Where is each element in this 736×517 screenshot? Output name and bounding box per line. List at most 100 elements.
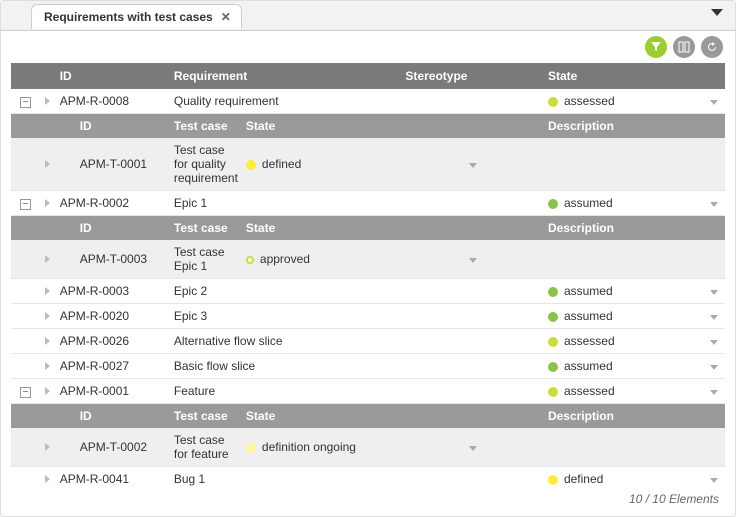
chevron-right-icon [45, 160, 50, 168]
chevron-down-icon[interactable] [711, 9, 723, 16]
table-container: IDRequirementStereotypeState−APM-R-0008Q… [1, 63, 735, 486]
table-header-main: IDRequirementStereotypeState [11, 63, 725, 89]
tc-state: definition ongoing [242, 428, 402, 467]
col-stereotype[interactable]: Stereotype [401, 63, 544, 89]
subcol-testcase[interactable]: Test case [170, 114, 242, 139]
req-id: APM-R-0020 [56, 304, 170, 329]
subcol-testcase[interactable]: Test case [170, 404, 242, 429]
subcol-description[interactable]: Description [544, 114, 725, 139]
testcase-row[interactable]: APM-T-0003Test case Epic 1approved [11, 240, 725, 279]
subcol-description[interactable]: Description [544, 216, 725, 241]
req-state: assumed [544, 279, 704, 304]
state-dropdown-icon[interactable] [710, 390, 718, 395]
close-icon[interactable]: ✕ [221, 10, 231, 24]
chevron-right-icon [45, 312, 50, 320]
filter-button[interactable] [645, 36, 667, 58]
req-name: Alternative flow slice [170, 329, 402, 354]
state-dropdown-icon[interactable] [469, 163, 477, 168]
requirements-window: Requirements with test cases ✕ IDRequire… [0, 0, 736, 517]
tc-name: Test case for feature [170, 428, 242, 467]
state-dropdown-icon[interactable] [710, 100, 718, 105]
req-name: Feature [170, 379, 402, 404]
collapse-icon[interactable]: − [20, 97, 31, 108]
state-dropdown-icon[interactable] [469, 258, 477, 263]
status-dot-icon [548, 287, 558, 297]
state-dropdown-icon[interactable] [710, 365, 718, 370]
col-requirement[interactable]: Requirement [170, 63, 402, 89]
tc-description [544, 138, 725, 191]
subcol-description[interactable]: Description [544, 404, 725, 429]
requirement-row[interactable]: −APM-R-0002Epic 1assumed [11, 191, 725, 216]
state-dropdown-icon[interactable] [710, 478, 718, 483]
testcase-row[interactable]: APM-T-0002Test case for featuredefinitio… [11, 428, 725, 467]
req-stereotype [401, 191, 544, 216]
status-dot-icon [548, 362, 558, 372]
tab-bar: Requirements with test cases ✕ [1, 1, 735, 31]
collapse-icon[interactable]: − [20, 387, 31, 398]
footer-count: 10 / 10 Elements [1, 486, 735, 516]
subcol-state[interactable]: State [242, 404, 544, 429]
testcase-row[interactable]: APM-T-0001Test case for quality requirem… [11, 138, 725, 191]
reload-button[interactable] [701, 36, 723, 58]
req-id: APM-R-0008 [56, 89, 170, 114]
subcol-testcase[interactable]: Test case [170, 216, 242, 241]
subcol-id[interactable]: ID [56, 216, 170, 241]
status-dot-icon [548, 337, 558, 347]
chevron-right-icon [45, 387, 50, 395]
tc-description [544, 240, 725, 279]
subcol-id[interactable]: ID [56, 114, 170, 139]
tc-description [544, 428, 725, 467]
filter-icon [650, 41, 662, 53]
req-state: defined [544, 467, 704, 487]
req-stereotype [401, 304, 544, 329]
req-name: Bug 1 [170, 467, 402, 487]
tab-title: Requirements with test cases [44, 10, 213, 24]
req-state: assessed [544, 329, 704, 354]
requirement-row[interactable]: −APM-R-0001Featureassessed [11, 379, 725, 404]
collapse-icon[interactable]: − [20, 199, 31, 210]
requirement-row[interactable]: −APM-R-0008Quality requirementassessed [11, 89, 725, 114]
tc-state: defined [242, 138, 402, 191]
chevron-right-icon [45, 337, 50, 345]
col-id[interactable]: ID [56, 63, 170, 89]
status-dot-icon [246, 160, 256, 170]
state-dropdown-icon[interactable] [710, 202, 718, 207]
req-id: APM-R-0001 [56, 379, 170, 404]
state-dropdown-icon[interactable] [710, 315, 718, 320]
status-dot-icon [548, 475, 558, 485]
table-header-sub: IDTest caseStateDescription [11, 216, 725, 241]
subcol-state[interactable]: State [242, 114, 544, 139]
req-stereotype [401, 379, 544, 404]
subcol-state[interactable]: State [242, 216, 544, 241]
status-dot-icon [246, 443, 256, 453]
requirement-row[interactable]: APM-R-0041Bug 1defined [11, 467, 725, 487]
state-dropdown-icon[interactable] [469, 446, 477, 451]
tc-id: APM-T-0001 [56, 138, 170, 191]
status-dot-icon [548, 387, 558, 397]
state-dropdown-icon[interactable] [710, 290, 718, 295]
req-stereotype [401, 467, 544, 487]
table-header-sub: IDTest caseStateDescription [11, 114, 725, 139]
requirement-row[interactable]: APM-R-0020Epic 3assumed [11, 304, 725, 329]
req-name: Basic flow slice [170, 354, 402, 379]
status-dot-icon [548, 312, 558, 322]
requirement-row[interactable]: APM-R-0003Epic 2 assumed [11, 279, 725, 304]
columns-button[interactable] [673, 36, 695, 58]
tc-id: APM-T-0003 [56, 240, 170, 279]
req-id: APM-R-0002 [56, 191, 170, 216]
req-id: APM-R-0003 [56, 279, 170, 304]
requirements-table: IDRequirementStereotypeState−APM-R-0008Q… [11, 63, 725, 486]
req-stereotype [401, 279, 544, 304]
req-name: Epic 3 [170, 304, 402, 329]
state-dropdown-icon[interactable] [710, 340, 718, 345]
requirement-row[interactable]: APM-R-0027Basic flow sliceassumed [11, 354, 725, 379]
req-id: APM-R-0026 [56, 329, 170, 354]
tab-requirements[interactable]: Requirements with test cases ✕ [31, 4, 242, 29]
subcol-id[interactable]: ID [56, 404, 170, 429]
chevron-right-icon [45, 255, 50, 263]
req-name: Epic 2 [170, 279, 402, 304]
req-stereotype [401, 354, 544, 379]
req-state: assumed [544, 191, 704, 216]
col-state[interactable]: State [544, 63, 725, 89]
requirement-row[interactable]: APM-R-0026Alternative flow slice assessed [11, 329, 725, 354]
